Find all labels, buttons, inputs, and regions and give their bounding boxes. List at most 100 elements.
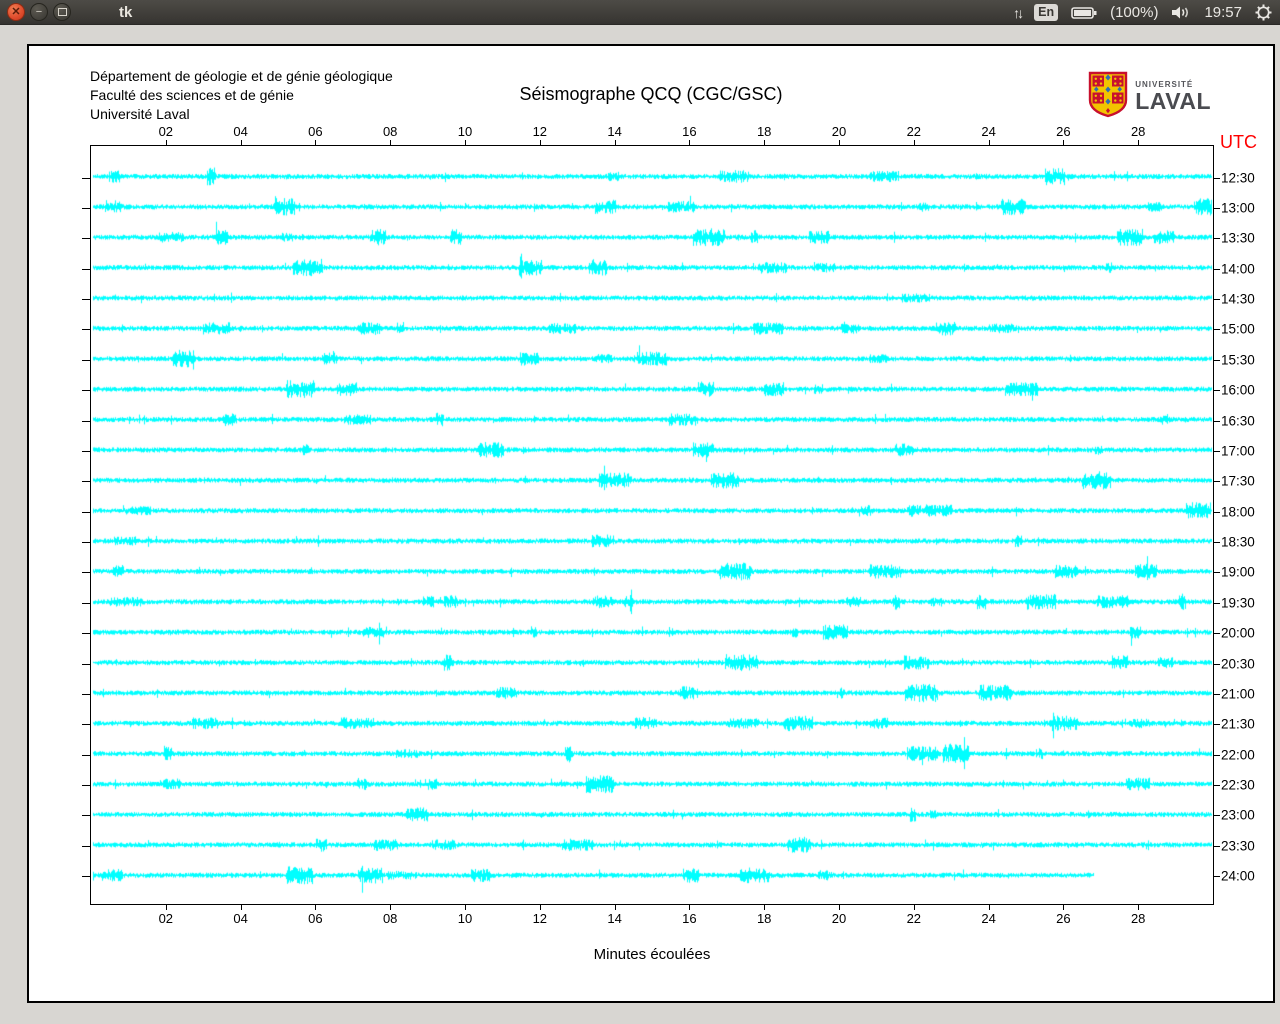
window-minimize-button[interactable]: − — [30, 3, 48, 21]
x-axis-tick-top — [465, 140, 466, 146]
utc-time-label: 18:30 — [1221, 534, 1255, 550]
x-axis-tick-top — [689, 140, 691, 146]
x-axis-tick-bottom — [465, 904, 466, 910]
trace-tick-right — [1213, 572, 1220, 574]
utc-time-label: 18:00 — [1221, 504, 1255, 520]
x-axis-label-bottom: 10 — [457, 911, 473, 926]
institution-line-3: Université Laval — [90, 106, 190, 122]
window-close-button[interactable]: ✕ — [7, 3, 25, 21]
x-axis-tick-bottom — [315, 904, 317, 910]
trace-tick-right — [1213, 420, 1220, 422]
volume-icon[interactable] — [1171, 5, 1191, 20]
trace-tick-left — [82, 238, 91, 240]
x-axis-label-top: 04 — [233, 124, 248, 139]
trace-tick-right — [1213, 329, 1220, 331]
utc-time-label: 22:30 — [1221, 777, 1255, 793]
trace-tick-left — [82, 815, 91, 817]
window-maximize-button[interactable] — [53, 3, 71, 21]
trace-tick-left — [82, 268, 91, 270]
utc-time-label: 14:30 — [1221, 291, 1255, 307]
trace-tick-right — [1213, 390, 1220, 392]
universite-laval-logo: UNIVERSITÉ LAVAL — [1088, 71, 1211, 123]
utc-time-label: 15:30 — [1221, 352, 1255, 368]
x-axis-label-bottom: 16 — [682, 911, 697, 926]
utc-time-label: 19:00 — [1221, 564, 1255, 580]
x-axis-label-bottom: 18 — [756, 911, 772, 926]
utc-time-label: 21:00 — [1221, 686, 1255, 702]
trace-tick-right — [1213, 359, 1220, 361]
laval-shield-icon — [1088, 71, 1128, 123]
trace-tick-left — [82, 785, 91, 787]
utc-time-label: 17:00 — [1221, 443, 1255, 459]
seismogram-traces — [91, 146, 1213, 904]
network-arrows-icon[interactable]: ↑↓ — [1013, 5, 1024, 21]
x-axis-tick-top — [839, 140, 840, 146]
session-gear-icon[interactable] — [1255, 4, 1272, 21]
trace-tick-right — [1213, 268, 1220, 270]
maximize-icon — [57, 8, 67, 16]
x-axis-label-top: 10 — [457, 124, 473, 139]
figure-title: Séismographe QCQ (CGC/GSC) — [519, 84, 783, 104]
trace-tick-right — [1213, 602, 1220, 604]
trace-tick-left — [82, 207, 91, 209]
trace-tick-right — [1213, 238, 1220, 240]
x-axis-tick-bottom — [539, 904, 541, 910]
x-axis-tick-top — [1063, 140, 1065, 146]
seismograph-window-canvas: Département de géologie et de génie géol… — [27, 44, 1275, 1003]
trace-tick-left — [82, 359, 91, 361]
x-axis-label-bottom: 26 — [1056, 911, 1071, 926]
x-axis-label-top: 08 — [382, 124, 398, 139]
x-axis-label-top: 24 — [981, 124, 996, 139]
trace-tick-left — [82, 633, 91, 635]
trace-tick-left — [82, 542, 91, 544]
x-axis-label-top: 22 — [906, 124, 922, 139]
clock[interactable]: 19:57 — [1204, 4, 1242, 21]
x-axis-tick-bottom — [689, 904, 691, 910]
utc-time-label: 20:30 — [1221, 656, 1255, 672]
trace-tick-right — [1213, 845, 1220, 847]
x-axis-tick-top — [988, 140, 990, 146]
x-axis-title: Minutes écoulées — [593, 946, 711, 963]
screen: { "titlebar": { "title": "tk", "close_gl… — [0, 0, 1280, 1024]
x-axis-label-bottom: 24 — [981, 911, 996, 926]
utc-time-label: 16:30 — [1221, 413, 1255, 429]
trace-tick-right — [1213, 693, 1220, 695]
trace-tick-left — [82, 724, 91, 726]
x-axis-label-top: 14 — [607, 124, 622, 139]
battery-icon[interactable] — [1071, 6, 1097, 20]
trace-tick-left — [82, 329, 91, 331]
window-titlebar: ✕ − tk ↑↓ En (100%) 19:57 — [0, 0, 1280, 25]
trace-tick-right — [1213, 481, 1220, 483]
trace-tick-right — [1213, 754, 1220, 756]
x-axis-tick-bottom — [764, 904, 766, 910]
x-axis-tick-bottom — [240, 904, 242, 910]
trace-tick-left — [82, 450, 91, 452]
trace-tick-right — [1213, 724, 1220, 726]
x-axis-label-top: 06 — [308, 124, 323, 139]
utc-time-label: 12:30 — [1221, 170, 1255, 185]
x-axis-tick-top — [913, 140, 915, 146]
trace-tick-right — [1213, 542, 1220, 544]
window-controls: ✕ − — [7, 3, 71, 21]
x-axis-label-bottom: 06 — [308, 911, 323, 926]
trace-tick-left — [82, 754, 91, 756]
utc-time-label: 16:00 — [1221, 382, 1255, 398]
helicorder-plot: UTC 02 02 04 04 06 06 08 08 10 10 12 12 14 14 16 16 18 18… — [82, 124, 1257, 926]
utc-time-label: 14:00 — [1221, 261, 1255, 277]
utc-time-label: 21:30 — [1221, 716, 1255, 732]
x-axis-label-top: 12 — [532, 124, 548, 139]
trace-tick-left — [82, 390, 91, 392]
trace-tick-right — [1213, 815, 1220, 817]
utc-time-label: 15:00 — [1221, 321, 1255, 337]
trace-tick-right — [1213, 785, 1220, 787]
x-axis-label-top: 02 — [158, 124, 174, 139]
trace-tick-right — [1213, 663, 1220, 665]
battery-percentage: (100%) — [1110, 4, 1159, 21]
trace-tick-left — [82, 663, 91, 665]
trace-tick-right — [1213, 450, 1220, 452]
x-axis-tick-bottom — [1063, 904, 1065, 910]
x-axis-tick-bottom — [839, 904, 840, 910]
x-axis-tick-bottom — [913, 904, 915, 910]
laval-logo-text: UNIVERSITÉ LAVAL — [1135, 81, 1211, 113]
keyboard-layout-indicator[interactable]: En — [1034, 4, 1059, 21]
